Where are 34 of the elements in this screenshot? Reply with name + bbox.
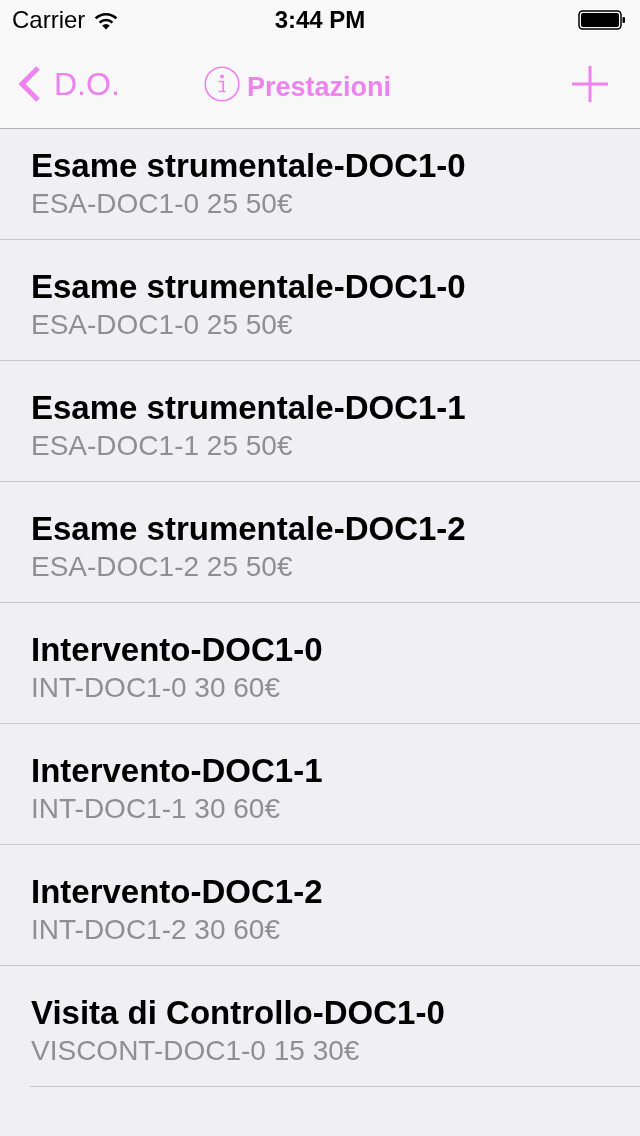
list-row[interactable]: Intervento-DOC1-1 INT-DOC1-1 30 60€ — [0, 724, 640, 845]
chevron-left-icon — [16, 65, 42, 103]
back-label: D.O. — [54, 65, 120, 103]
row-subtitle: ESA-DOC1-0 25 50€ — [31, 310, 293, 340]
list-row[interactable]: Esame strumentale-DOC1-2 ESA-DOC1-2 25 50€ — [0, 482, 640, 603]
wifi-icon — [93, 10, 120, 30]
row-title: Esame strumentale-DOC1-0 — [31, 148, 466, 184]
nav-title: Prestazioni — [247, 70, 392, 103]
row-subtitle: INT-DOC1-0 30 60€ — [31, 673, 280, 703]
info-icon[interactable] — [204, 66, 240, 102]
row-subtitle: ESA-DOC1-1 25 50€ — [31, 431, 293, 461]
row-subtitle: VISCONT-DOC1-0 15 30€ — [31, 1036, 360, 1066]
row-title: Esame strumentale-DOC1-0 — [31, 269, 466, 305]
row-title: Esame strumentale-DOC1-2 — [31, 511, 466, 547]
row-subtitle: ESA-DOC1-0 25 50€ — [31, 189, 293, 219]
carrier-name: Carrier — [12, 6, 86, 34]
row-title: Intervento-DOC1-1 — [31, 753, 323, 789]
add-button[interactable] — [572, 66, 608, 102]
status-time: 3:44 PM — [274, 6, 366, 34]
row-subtitle: ESA-DOC1-2 25 50€ — [31, 552, 293, 582]
battery-icon — [578, 10, 626, 30]
list-row[interactable]: Esame strumentale-DOC1-1 ESA-DOC1-1 25 50€ — [0, 361, 640, 482]
row-title: Intervento-DOC1-0 — [31, 632, 323, 668]
list-row[interactable]: Intervento-DOC1-0 INT-DOC1-0 30 60€ — [0, 603, 640, 724]
list-row[interactable]: Intervento-DOC1-2 INT-DOC1-2 30 60€ — [0, 845, 640, 966]
row-subtitle: INT-DOC1-1 30 60€ — [31, 794, 280, 824]
list-row[interactable]: Visita di Controllo-DOC1-0 VISCONT-DOC1-0 15 30€ — [0, 966, 640, 1086]
plus-icon — [572, 66, 608, 102]
list-row[interactable]: Esame strumentale-DOC1-0 ESA-DOC1-0 25 50€ — [0, 129, 640, 240]
row-title: Intervento-DOC1-2 — [31, 874, 323, 910]
row-title: Visita di Controllo-DOC1-0 — [31, 995, 445, 1031]
row-title: Esame strumentale-DOC1-1 — [31, 390, 466, 426]
row-subtitle: INT-DOC1-2 30 60€ — [31, 915, 280, 945]
list-row[interactable]: Esame strumentale-DOC1-0 ESA-DOC1-0 25 50€ — [0, 240, 640, 361]
